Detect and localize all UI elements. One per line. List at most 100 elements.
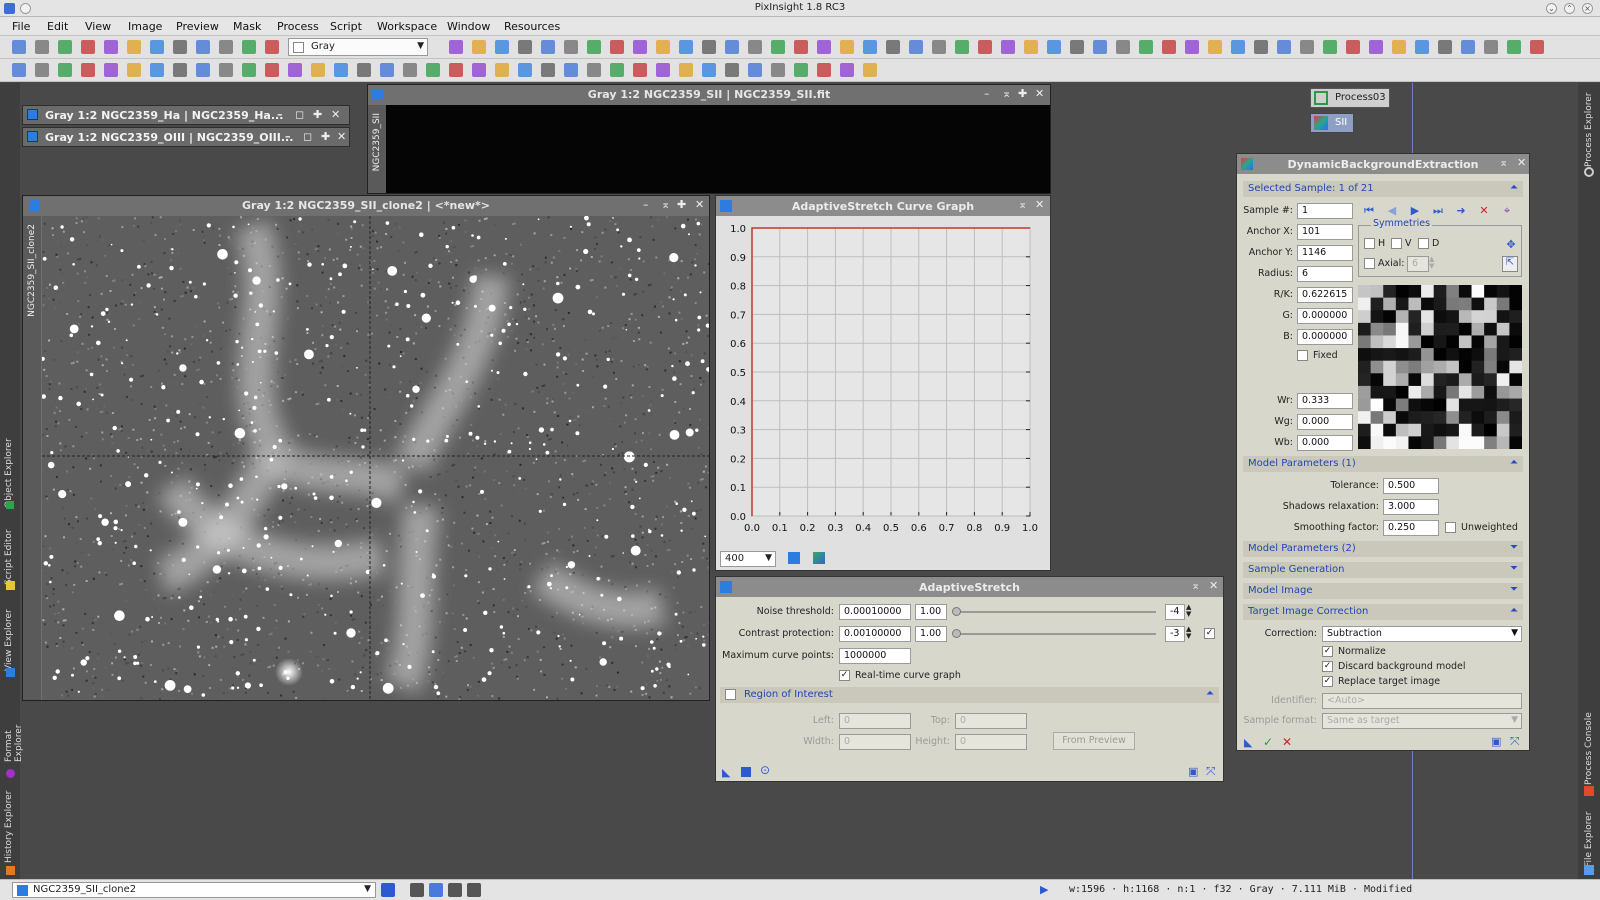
noise-threshold-field[interactable]: 0.00010000 [839, 604, 911, 620]
toolbar-tool-icon[interactable] [817, 40, 831, 54]
toolbar-tool-icon[interactable] [219, 63, 233, 77]
image-canvas-sii[interactable] [386, 105, 1050, 193]
sample-format-select[interactable]: Same as target ▼ [1322, 713, 1522, 729]
anchor-x-field[interactable]: 101 [1297, 224, 1353, 240]
noise-threshold-exp[interactable]: -4 [1165, 604, 1185, 620]
toolbar-tool-icon[interactable] [771, 40, 785, 54]
toolbar-tool-icon[interactable] [495, 63, 509, 77]
toolbar-tool-icon[interactable] [1162, 40, 1176, 54]
toolbar-tool-icon[interactable] [748, 63, 762, 77]
maximize-button[interactable]: ⌃ [1564, 3, 1575, 14]
toolbar-tool-icon[interactable] [863, 63, 877, 77]
toolbar-tool-icon[interactable] [518, 40, 532, 54]
noise-threshold-slider[interactable] [956, 611, 1156, 613]
tab-object-explorer[interactable]: Object Explorer [4, 428, 14, 508]
menu-mask[interactable]: Mask [233, 20, 261, 33]
collapse-icon[interactable]: ⏶ [1510, 457, 1518, 468]
tab-script-editor[interactable]: Script Editor [4, 525, 14, 585]
wg-field[interactable]: 0.000 [1297, 414, 1353, 430]
toolbar-tool-icon[interactable] [1323, 40, 1337, 54]
toolbar-tool-icon[interactable] [541, 63, 555, 77]
curve-export-icon[interactable] [813, 552, 825, 564]
model-params1-header[interactable]: Model Parameters (1) ⏶ [1243, 456, 1523, 472]
noise-threshold-mult-field[interactable]: 1.00 [915, 604, 947, 620]
identifier-field[interactable]: <Auto> [1322, 693, 1522, 709]
roi-top-field[interactable]: 0 [955, 713, 1027, 729]
toolbar-tool-icon[interactable] [265, 40, 279, 54]
minimize-icon[interactable]: – [285, 130, 291, 143]
display-mode-4-icon[interactable] [467, 883, 481, 897]
collapse-icon[interactable]: ⏶ [1206, 688, 1214, 699]
realtime-curve-checkbox[interactable]: ✓ [839, 670, 850, 681]
fixed-checkbox[interactable] [1297, 350, 1308, 361]
toolbar-tool-icon[interactable] [1047, 40, 1061, 54]
tab-history-explorer[interactable]: History Explorer [4, 783, 14, 863]
new-instance-icon[interactable]: ◣ [1244, 736, 1252, 749]
toolbar-tool-icon[interactable] [1231, 40, 1245, 54]
toolbar-tool-icon[interactable] [242, 40, 256, 54]
wr-field[interactable]: 0.333 [1297, 393, 1353, 409]
toolbar-tool-icon[interactable] [1070, 40, 1084, 54]
roi-height-field[interactable]: 0 [955, 734, 1027, 750]
sample-number-field[interactable]: 1 [1297, 203, 1353, 219]
shade-icon[interactable]: ⌅ [1499, 156, 1508, 169]
anchor-y-field[interactable]: 1146 [1297, 245, 1353, 261]
toolbar-tool-icon[interactable] [794, 40, 808, 54]
wb-field[interactable]: 0.000 [1297, 435, 1353, 451]
discard-model-checkbox[interactable]: ✓ [1322, 661, 1333, 672]
toolbar-tool-icon[interactable] [794, 63, 808, 77]
toolbar-tool-icon[interactable] [1300, 40, 1314, 54]
toolbar-tool-icon[interactable] [932, 40, 946, 54]
minimize-icon[interactable]: – [277, 108, 283, 121]
close-icon[interactable]: ✕ [1517, 156, 1526, 169]
rk-field[interactable]: 0.622615 [1297, 287, 1353, 303]
toolbar-tool-icon[interactable] [656, 63, 670, 77]
menu-resources[interactable]: Resources [504, 20, 560, 33]
toolbar-tool-icon[interactable] [426, 63, 440, 77]
cancel-icon[interactable]: ✕ [1282, 735, 1292, 749]
spin-arrows-icon[interactable]: ▲ ▼ [1429, 256, 1438, 272]
toolbar-tool-icon[interactable] [357, 63, 371, 77]
axial-field[interactable]: 6 [1407, 256, 1429, 272]
shade-icon[interactable]: ⌅ [1018, 198, 1027, 211]
spin-arrows-icon[interactable]: ▲ ▼ [1186, 604, 1196, 620]
toolbar-tool-icon[interactable] [104, 63, 118, 77]
menu-preview[interactable]: Preview [176, 20, 219, 33]
reset-icon[interactable]: ⤧ [1510, 734, 1520, 749]
color-picker-icon[interactable] [788, 552, 800, 564]
target-correction-header[interactable]: Target Image Correction ⏶ [1243, 604, 1523, 620]
view-settings-icon[interactable] [381, 883, 395, 897]
image-window-sii[interactable]: Gray 1:2 NGC2359_SII | NGC2359_SII.fit –… [367, 84, 1051, 194]
toolbar-tool-icon[interactable] [1116, 40, 1130, 54]
model-params2-header[interactable]: Model Parameters (2) ⏷ [1243, 541, 1523, 557]
toolbar-tool-icon[interactable] [587, 63, 601, 77]
minimize-button[interactable]: ⌄ [1546, 3, 1557, 14]
toolbar-tool-icon[interactable] [472, 63, 486, 77]
toolbar-tool-icon[interactable] [449, 63, 463, 77]
close-icon[interactable]: ✕ [331, 108, 340, 121]
correction-select[interactable]: Subtraction ▼ [1322, 626, 1522, 642]
roi-checkbox[interactable] [725, 689, 736, 700]
center-sample-icon[interactable]: ⌖ [1501, 205, 1513, 217]
sym-v-checkbox[interactable] [1391, 238, 1402, 249]
shade-icon[interactable]: ⌅ [661, 198, 670, 211]
toolbar-tool-icon[interactable] [817, 63, 831, 77]
toolbar-tool-icon[interactable] [1024, 40, 1038, 54]
toolbar-tool-icon[interactable] [955, 40, 969, 54]
new-instance-icon[interactable]: ◣ [722, 766, 730, 779]
toolbar-tool-icon[interactable] [403, 63, 417, 77]
close-icon[interactable]: ✕ [1035, 198, 1044, 211]
close-button[interactable]: × [1582, 3, 1593, 14]
view-selector[interactable]: NGC2359_SII_clone2 ▼ [12, 882, 376, 898]
g-field[interactable]: 0.000000 [1297, 308, 1353, 324]
toolbar-tool-icon[interactable] [771, 63, 785, 77]
toolbar-tool-icon[interactable] [725, 63, 739, 77]
display-mode-3-icon[interactable] [448, 883, 462, 897]
shade-icon[interactable]: ⌅ [1191, 579, 1200, 592]
tab-file-explorer[interactable]: File Explorer [1584, 801, 1594, 867]
toolbar-tool-icon[interactable] [196, 40, 210, 54]
toolbar-tool-icon[interactable] [150, 40, 164, 54]
menu-window[interactable]: Window [447, 20, 490, 33]
max-curve-points-field[interactable]: 1000000 [839, 648, 911, 664]
first-sample-icon[interactable]: ⏮ [1363, 205, 1375, 217]
